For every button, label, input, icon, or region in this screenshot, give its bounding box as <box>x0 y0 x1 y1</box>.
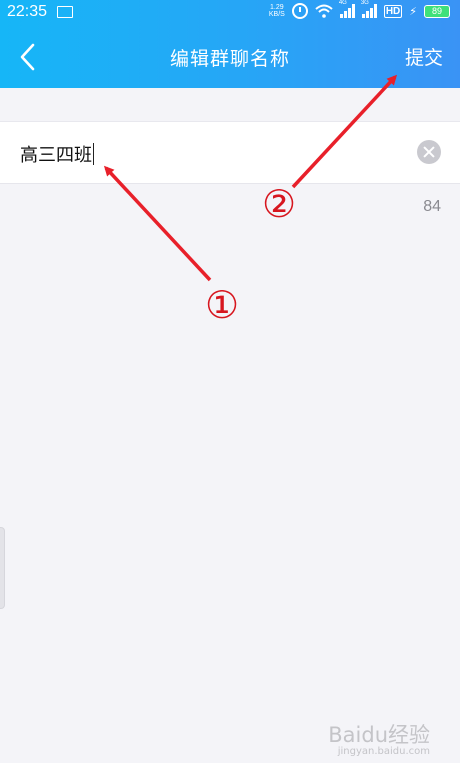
signal-strength-icon: 4G <box>339 0 355 18</box>
network-speed-unit: KB/S <box>268 11 285 18</box>
annotation-overlay: ① ② <box>103 74 398 327</box>
signal-1-tag: 4G <box>338 0 347 6</box>
message-notification-icon <box>57 6 73 18</box>
group-name-field-row: 高三四班 <box>0 121 460 184</box>
clear-icon[interactable] <box>417 140 441 164</box>
group-name-input[interactable]: 高三四班 <box>20 141 94 167</box>
status-icons: 1.29 KB/S 4G 3G HD ⚡ 89 <box>269 0 450 19</box>
battery-icon: 89 <box>424 4 450 18</box>
status-bar: 22:35 1.29 KB/S 4G 3G HD ⚡ 89 <box>0 0 460 26</box>
group-name-value: 高三四班 <box>20 145 92 166</box>
signal-2-tag: 3G <box>360 0 369 6</box>
signal-strength-icon: 3G <box>361 0 377 18</box>
charging-icon: ⚡ <box>409 4 417 18</box>
submit-button[interactable]: 提交 <box>405 43 443 70</box>
alarm-clock-icon <box>291 3 308 19</box>
annotation-marker-2: ② <box>262 182 296 226</box>
remaining-char-count: 84 <box>423 198 441 215</box>
title-bar: 22:35 1.29 KB/S 4G 3G HD ⚡ 89 编辑群聊名称 提交 <box>0 0 460 88</box>
status-time: 22:35 <box>7 3 48 20</box>
hd-voice-icon: HD <box>383 4 403 18</box>
watermark-sub: jingyan.baidu.com <box>337 746 430 757</box>
annotation-arrow-1 <box>103 165 212 282</box>
wifi-icon <box>315 4 333 18</box>
network-speed: 1.29 KB/S <box>269 4 285 18</box>
network-speed-value: 1.29 <box>270 4 284 11</box>
watermark: Baidu经验 <box>328 723 430 747</box>
text-cursor <box>93 143 94 165</box>
floating-side-handle[interactable] <box>0 527 5 609</box>
annotation-marker-1: ① <box>205 283 239 327</box>
page-title: 编辑群聊名称 <box>169 48 290 70</box>
